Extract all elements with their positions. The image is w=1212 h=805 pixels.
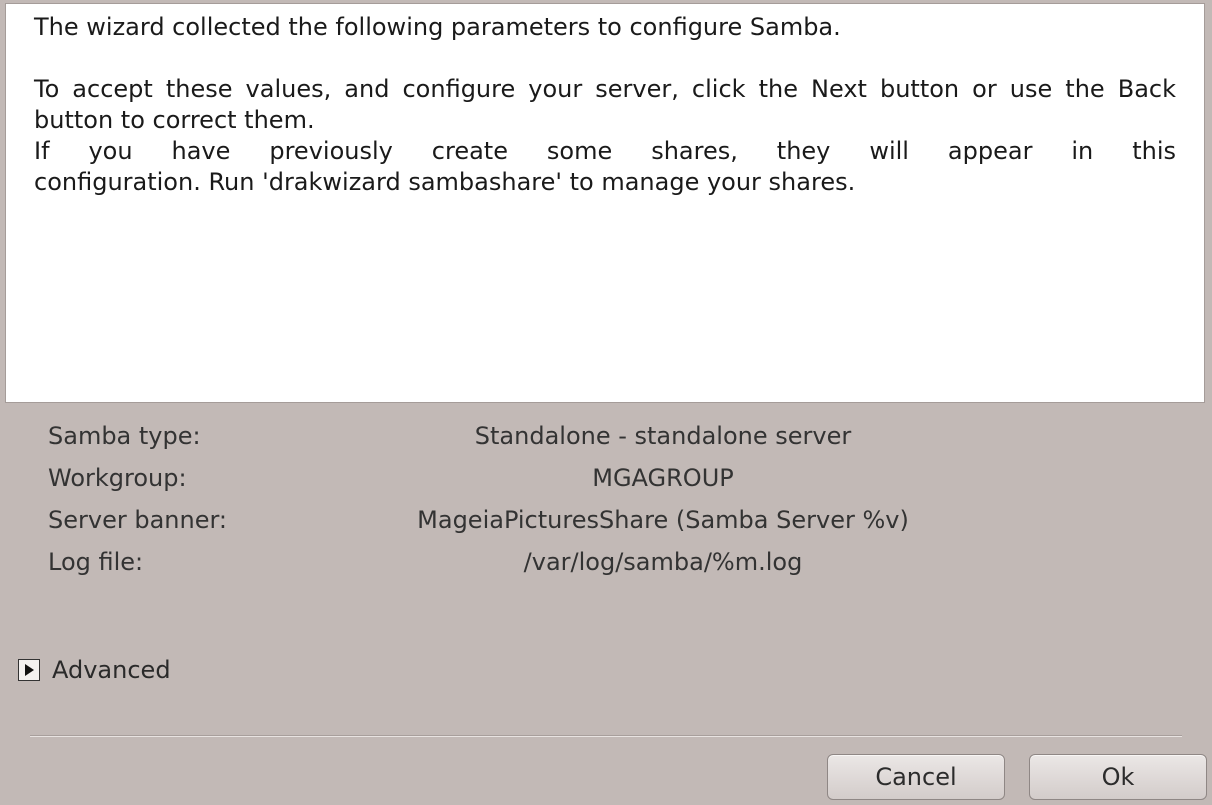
ok-button[interactable]: Ok: [1029, 754, 1207, 800]
advanced-expander[interactable]: Advanced: [18, 654, 171, 686]
accept-text: To accept these values, and configure yo…: [34, 75, 1176, 134]
param-row-server-banner: Server banner: MageiaPicturesShare (Samb…: [48, 504, 1188, 546]
expander-right-icon: [18, 659, 40, 681]
button-separator: [30, 735, 1182, 737]
log-file-value: /var/log/samba/%m.log: [523, 548, 803, 576]
shares-text-tail: configuration. Run 'drakwizard sambashar…: [34, 168, 856, 196]
intro-text: The wizard collected the following param…: [34, 13, 841, 41]
description-panel: The wizard collected the following param…: [5, 3, 1205, 403]
server-banner-value: MageiaPicturesShare (Samba Server %v): [417, 506, 909, 534]
advanced-label: Advanced: [52, 656, 171, 684]
samba-type-label: Samba type:: [48, 422, 201, 450]
cancel-button[interactable]: Cancel: [827, 754, 1005, 800]
param-row-log-file: Log file: /var/log/samba/%m.log: [48, 546, 1188, 588]
log-file-label: Log file:: [48, 548, 144, 576]
param-row-samba-type: Samba type: Standalone - standalone serv…: [48, 420, 1188, 462]
server-banner-label: Server banner:: [48, 506, 227, 534]
shares-text-line: If you have previously create some share…: [34, 137, 1176, 165]
workgroup-label: Workgroup:: [48, 464, 187, 492]
param-row-workgroup: Workgroup: MGAGROUP: [48, 462, 1188, 504]
samba-type-value: Standalone - standalone server: [474, 422, 852, 450]
workgroup-value: MGAGROUP: [592, 464, 734, 492]
parameters-list: Samba type: Standalone - standalone serv…: [48, 420, 1188, 588]
